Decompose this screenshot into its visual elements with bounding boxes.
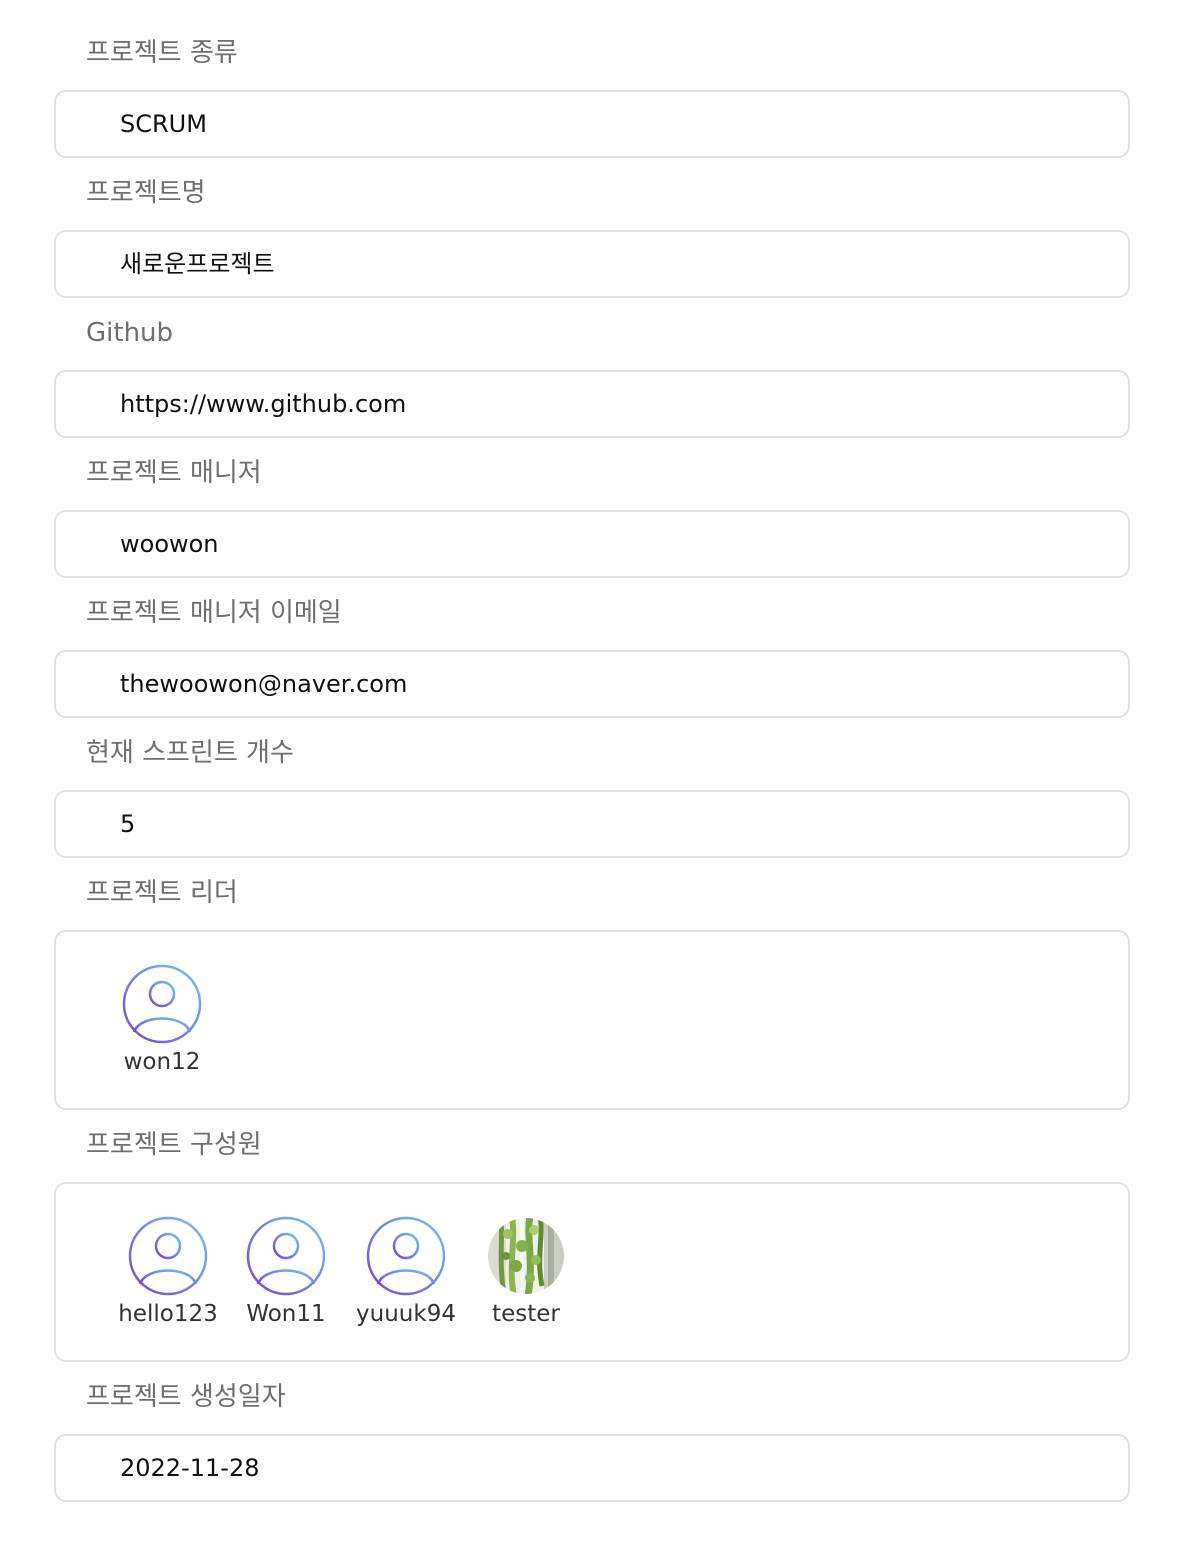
user-avatar-icon — [246, 1216, 326, 1296]
member-user[interactable]: tester — [466, 1216, 586, 1330]
github-field[interactable]: https://www.github.com — [54, 370, 1130, 438]
created-date-value: 2022-11-28 — [120, 1454, 260, 1482]
project-manager-value: woowon — [120, 530, 219, 558]
project-leader-box: won12 — [54, 930, 1130, 1110]
project-type-label: 프로젝트 종류 — [86, 38, 238, 68]
member-user[interactable]: hello123 — [108, 1216, 228, 1330]
member-username: tester — [492, 1301, 560, 1327]
project-type-field[interactable]: SCRUM — [54, 90, 1130, 158]
project-type-value: SCRUM — [120, 110, 207, 138]
leader-username: won12 — [123, 1049, 201, 1075]
user-avatar-icon — [122, 964, 202, 1044]
manager-email-label: 프로젝트 매니저 이메일 — [86, 598, 342, 628]
user-avatar-icon — [128, 1216, 208, 1296]
project-members-label: 프로젝트 구성원 — [86, 1130, 262, 1160]
project-members-box: hello123 Won11 yuuuk94 tester — [54, 1182, 1130, 1362]
created-date-label: 프로젝트 생성일자 — [86, 1382, 286, 1412]
github-value: https://www.github.com — [120, 390, 407, 418]
member-user[interactable]: Won11 — [226, 1216, 346, 1330]
created-date-field[interactable]: 2022-11-28 — [54, 1434, 1130, 1502]
project-name-value: 새로운프로젝트 — [120, 250, 275, 278]
project-leader-label: 프로젝트 리더 — [86, 878, 238, 908]
manager-email-value: thewoowon@naver.com — [120, 670, 408, 698]
manager-email-field[interactable]: thewoowon@naver.com — [54, 650, 1130, 718]
user-photo-avatar — [488, 1218, 564, 1294]
github-label: Github — [86, 318, 174, 348]
member-username: Won11 — [246, 1301, 326, 1327]
member-username: yuuuk94 — [356, 1301, 456, 1327]
project-manager-label: 프로젝트 매니저 — [86, 458, 262, 488]
leader-user[interactable]: won12 — [102, 964, 222, 1078]
member-user[interactable]: yuuuk94 — [346, 1216, 466, 1330]
user-avatar-icon — [366, 1216, 446, 1296]
project-name-label: 프로젝트명 — [86, 178, 206, 208]
sprint-count-value: 5 — [120, 810, 136, 838]
member-username: hello123 — [118, 1301, 218, 1327]
project-name-field[interactable]: 새로운프로젝트 — [54, 230, 1130, 298]
sprint-count-field[interactable]: 5 — [54, 790, 1130, 858]
project-manager-field[interactable]: woowon — [54, 510, 1130, 578]
sprint-count-label: 현재 스프린트 개수 — [86, 738, 294, 768]
